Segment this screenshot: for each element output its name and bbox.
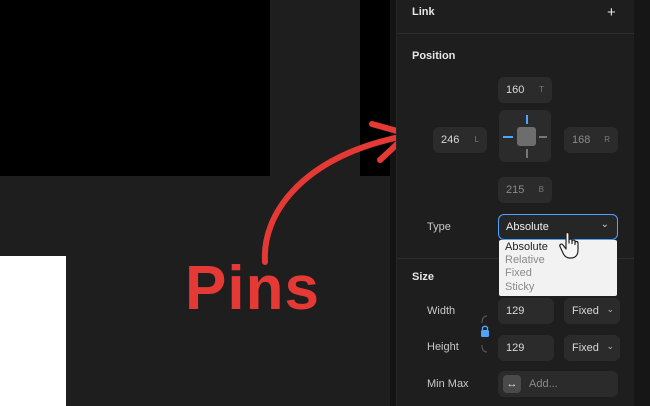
pin-widget[interactable] <box>499 110 551 162</box>
pin-bottom-value: 215 <box>506 184 525 196</box>
type-label: Type <box>427 221 451 233</box>
width-label: Width <box>427 305 456 317</box>
type-option-absolute[interactable]: Absolute <box>505 241 548 254</box>
type-option-relative[interactable]: Relative <box>505 254 545 267</box>
pin-left-input[interactable]: 246 L <box>433 127 487 153</box>
pin-right-suffix: R <box>604 135 610 144</box>
chevron-down-icon: ⌄ <box>606 341 614 351</box>
properties-panel: Link + Position 160 T 246 L 168 R 215 B … <box>396 0 635 406</box>
pin-top-input[interactable]: 160 T <box>498 77 552 103</box>
pin-center <box>517 127 536 146</box>
pin-right-value: 168 <box>572 134 591 146</box>
pin-top-toggle[interactable] <box>526 115 528 124</box>
type-select-value: Absolute <box>506 221 549 233</box>
pin-bottom-suffix: B <box>538 185 544 194</box>
height-label: Height <box>427 341 459 353</box>
plus-icon: + <box>607 4 616 21</box>
pointer-hand-icon <box>559 232 579 259</box>
annotation-label: Pins <box>185 254 320 323</box>
pin-left-suffix: L <box>474 135 479 144</box>
minmax-placeholder: Add... <box>529 378 558 390</box>
width-value: 129 <box>506 305 525 317</box>
width-input[interactable]: 129 <box>498 298 554 324</box>
pin-top-value: 160 <box>506 84 525 96</box>
pin-left-toggle[interactable] <box>503 136 513 138</box>
canvas-frame-white[interactable] <box>0 256 66 406</box>
panel-scrollbar-track[interactable] <box>634 0 650 406</box>
width-mode-value: Fixed <box>572 305 599 317</box>
pin-left-value: 246 <box>441 134 460 146</box>
add-link-button[interactable]: + <box>607 4 616 21</box>
pin-right-toggle[interactable] <box>539 136 547 138</box>
position-section-title: Position <box>412 50 456 62</box>
size-section-title: Size <box>412 271 435 283</box>
pin-top-suffix: T <box>539 85 544 94</box>
height-mode-select[interactable]: Fixed ⌄ <box>564 335 620 361</box>
pin-right-input[interactable]: 168 R <box>564 127 618 153</box>
width-mode-select[interactable]: Fixed ⌄ <box>564 298 620 324</box>
chevron-down-icon: ⌄ <box>606 304 614 314</box>
type-option-fixed[interactable]: Fixed <box>505 267 532 280</box>
section-divider <box>397 33 635 34</box>
link-section-title: Link <box>412 6 435 18</box>
type-option-sticky[interactable]: Sticky <box>505 281 534 294</box>
canvas-frame-black[interactable] <box>0 0 270 176</box>
minmax-field[interactable]: ↔ Add... <box>498 371 618 397</box>
pin-bottom-input[interactable]: 215 B <box>498 177 552 203</box>
lock-icon[interactable] <box>479 314 491 354</box>
resize-horizontal-icon[interactable]: ↔ <box>503 375 521 393</box>
chevron-down-icon: ⌄ <box>600 219 609 230</box>
height-input[interactable]: 129 <box>498 335 554 361</box>
design-canvas[interactable] <box>0 0 396 406</box>
height-mode-value: Fixed <box>572 342 599 354</box>
minmax-label: Min Max <box>427 378 469 390</box>
height-value: 129 <box>506 342 525 354</box>
pin-bottom-toggle[interactable] <box>526 149 528 158</box>
